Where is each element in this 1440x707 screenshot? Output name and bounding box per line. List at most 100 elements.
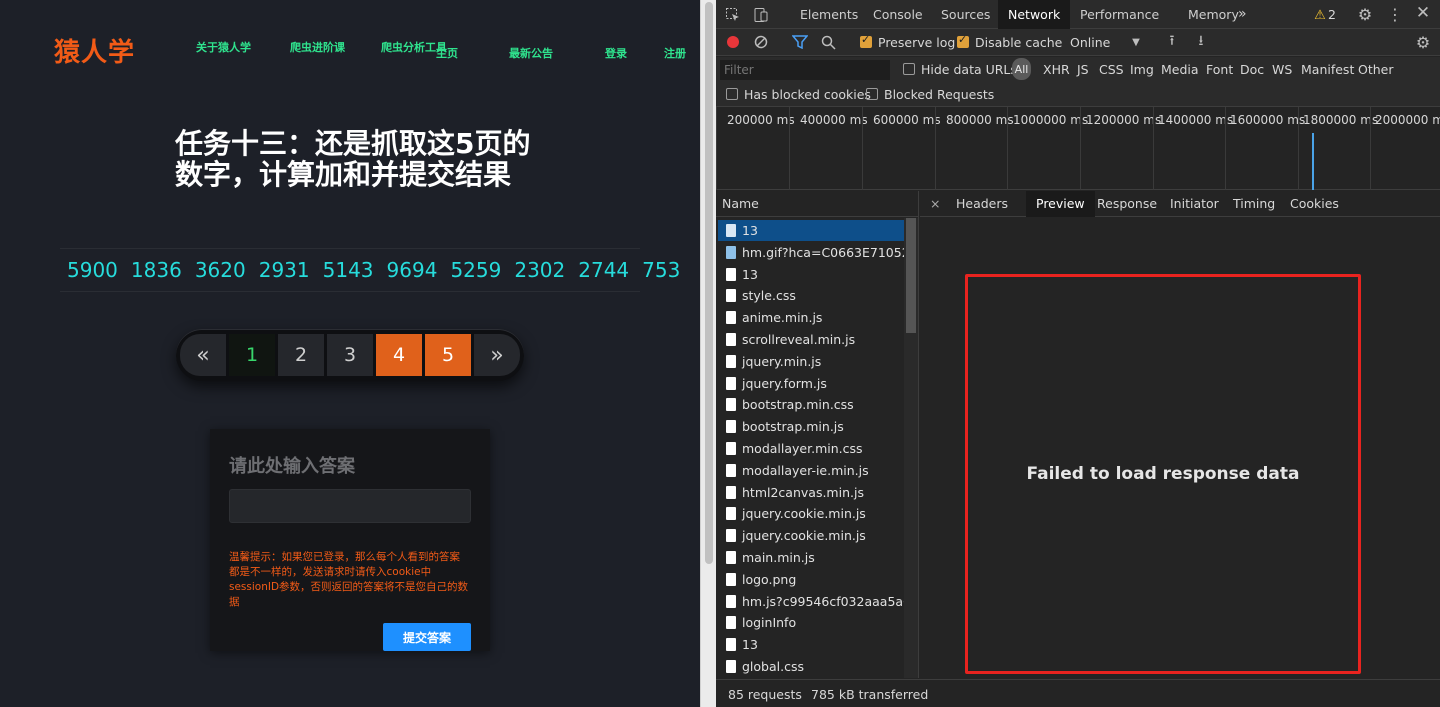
pager-page-4[interactable]: 4 xyxy=(376,334,422,376)
pager-prev-button[interactable]: « xyxy=(180,334,226,376)
tab-response[interactable]: Response xyxy=(1087,191,1167,217)
request-row[interactable]: modallayer.min.css xyxy=(718,438,904,459)
request-row[interactable]: hm.js?c99546cf032aaa5a6792 xyxy=(718,591,904,612)
submit-answer-button[interactable]: 提交答案 xyxy=(383,623,471,651)
tab-sources[interactable]: Sources xyxy=(931,0,1000,29)
request-row[interactable]: bootstrap.min.js xyxy=(718,416,904,437)
request-detail-tabs: × Headers Preview Response Initiator Tim… xyxy=(920,191,1440,217)
nav-home[interactable]: 主页 xyxy=(436,45,458,61)
filter-doc[interactable]: Doc xyxy=(1240,62,1264,77)
request-row[interactable]: 13 xyxy=(718,220,904,241)
hide-data-urls-checkbox[interactable] xyxy=(903,63,915,75)
search-icon[interactable] xyxy=(820,34,836,50)
disable-cache-label[interactable]: Disable cache xyxy=(975,35,1062,50)
request-row[interactable]: anime.min.js xyxy=(718,307,904,328)
tab-headers[interactable]: Headers xyxy=(946,191,1018,217)
pager-next-button[interactable]: » xyxy=(474,334,520,376)
tab-cookies[interactable]: Cookies xyxy=(1280,191,1349,217)
number-item: 753 xyxy=(642,258,681,282)
export-har-icon[interactable]: ⭳ xyxy=(1193,33,1209,50)
request-row[interactable]: jquery.min.js xyxy=(718,351,904,372)
timeline-label: 2000000 ms xyxy=(1375,113,1440,127)
pager-page-1[interactable]: 1 xyxy=(229,334,275,376)
nav-about[interactable]: 关于猿人学 xyxy=(196,39,251,55)
answer-input[interactable] xyxy=(229,489,471,523)
nav-login[interactable]: 登录 xyxy=(605,45,627,61)
tab-initiator[interactable]: Initiator xyxy=(1160,191,1229,217)
filter-js[interactable]: JS xyxy=(1077,62,1089,77)
more-options-icon[interactable]: ⋮ xyxy=(1386,5,1404,24)
blocked-requests-label[interactable]: Blocked Requests xyxy=(884,87,994,102)
timeline-label: 1000000 ms xyxy=(1013,113,1089,127)
settings-gear-icon[interactable]: ⚙ xyxy=(1356,5,1374,24)
pager-page-3[interactable]: 3 xyxy=(327,334,373,376)
timeline-label: 1400000 ms xyxy=(1158,113,1234,127)
request-row[interactable]: logo.png xyxy=(718,569,904,590)
filter-other[interactable]: Other xyxy=(1358,62,1394,77)
request-row[interactable]: html2canvas.min.js xyxy=(718,482,904,503)
page-scrollbar[interactable] xyxy=(700,0,716,707)
blocked-cookies-checkbox[interactable] xyxy=(726,88,738,100)
import-har-icon[interactable]: ⭱ xyxy=(1164,33,1180,50)
filter-xhr[interactable]: XHR xyxy=(1043,62,1070,77)
disable-cache-checkbox[interactable] xyxy=(957,33,969,48)
warning-count[interactable]: 2 xyxy=(1328,7,1336,22)
request-row[interactable]: jquery.cookie.min.js xyxy=(718,503,904,524)
site-logo[interactable]: 猿人学 xyxy=(54,32,135,69)
filter-funnel-icon[interactable] xyxy=(792,35,808,49)
tab-console[interactable]: Console xyxy=(863,0,933,29)
filter-font[interactable]: Font xyxy=(1206,62,1233,77)
filter-media[interactable]: Media xyxy=(1161,62,1199,77)
filter-input[interactable] xyxy=(720,60,890,80)
request-row[interactable]: hm.gif?hca=C0663E710520B8 xyxy=(718,242,904,263)
filter-ws[interactable]: WS xyxy=(1272,62,1292,77)
tab-preview[interactable]: Preview xyxy=(1026,191,1095,217)
request-row[interactable]: bootstrap.min.css xyxy=(718,394,904,415)
name-column-header[interactable]: Name xyxy=(716,191,919,217)
timeline-gridline: 1600000 ms xyxy=(1225,107,1305,190)
nav-announcements[interactable]: 最新公告 xyxy=(509,45,553,61)
preserve-log-label[interactable]: Preserve log xyxy=(878,35,955,50)
network-settings-gear-icon[interactable]: ⚙ xyxy=(1414,33,1432,52)
throttling-select[interactable]: Online xyxy=(1070,35,1110,50)
filter-css[interactable]: CSS xyxy=(1099,62,1124,77)
blocked-requests-checkbox[interactable] xyxy=(866,88,878,100)
device-toolbar-icon[interactable] xyxy=(752,6,770,24)
record-icon[interactable] xyxy=(726,35,740,49)
clear-icon[interactable] xyxy=(754,35,768,49)
filter-all-button[interactable]: All xyxy=(1012,58,1031,80)
request-row[interactable]: style.css xyxy=(718,285,904,306)
request-row[interactable]: loginInfo xyxy=(718,612,904,633)
throttle-dropdown-icon[interactable]: ▼ xyxy=(1130,35,1142,49)
page-scrollbar-thumb[interactable] xyxy=(705,2,713,564)
tab-performance[interactable]: Performance xyxy=(1070,0,1169,29)
pager-page-2[interactable]: 2 xyxy=(278,334,324,376)
nav-course[interactable]: 爬虫进阶课 xyxy=(290,39,345,55)
request-row[interactable]: jquery.form.js xyxy=(718,373,904,394)
request-row[interactable]: 13 xyxy=(718,264,904,285)
more-tabs-button[interactable]: » xyxy=(1228,0,1257,29)
request-row[interactable]: global.css xyxy=(718,656,904,677)
request-list-scrollbar[interactable] xyxy=(904,218,918,678)
tab-elements[interactable]: Elements xyxy=(790,0,868,29)
inspect-element-icon[interactable] xyxy=(724,6,742,24)
blocked-cookies-label[interactable]: Has blocked cookies xyxy=(744,87,871,102)
pager-page-5[interactable]: 5 xyxy=(425,334,471,376)
nav-register[interactable]: 注册 xyxy=(664,45,686,61)
tab-timing[interactable]: Timing xyxy=(1223,191,1285,217)
filter-img[interactable]: Img xyxy=(1130,62,1154,77)
request-row[interactable]: jquery.cookie.min.js xyxy=(718,525,904,546)
request-row[interactable]: scrollreveal.min.js xyxy=(718,329,904,350)
filter-manifest[interactable]: Manifest xyxy=(1301,62,1354,77)
request-list-scrollbar-thumb[interactable] xyxy=(906,218,916,333)
request-row[interactable]: modallayer-ie.min.js xyxy=(718,460,904,481)
tab-network[interactable]: Network xyxy=(998,0,1071,29)
request-row[interactable]: 13 xyxy=(718,634,904,655)
preserve-log-checkbox[interactable] xyxy=(860,33,872,48)
close-devtools-icon[interactable]: ✕ xyxy=(1414,3,1432,23)
network-overview-timeline[interactable]: 200000 ms 400000 ms 600000 ms 800000 ms … xyxy=(716,107,1440,190)
warning-icon[interactable]: ⚠ xyxy=(1312,6,1328,24)
request-row[interactable]: main.min.js xyxy=(718,547,904,568)
screen: 猿人学 关于猿人学 爬虫进阶课 爬虫分析工具 主页 最新公告 登录 注册 任务十… xyxy=(0,0,1440,707)
hide-data-urls-label[interactable]: Hide data URLs xyxy=(921,62,1017,77)
